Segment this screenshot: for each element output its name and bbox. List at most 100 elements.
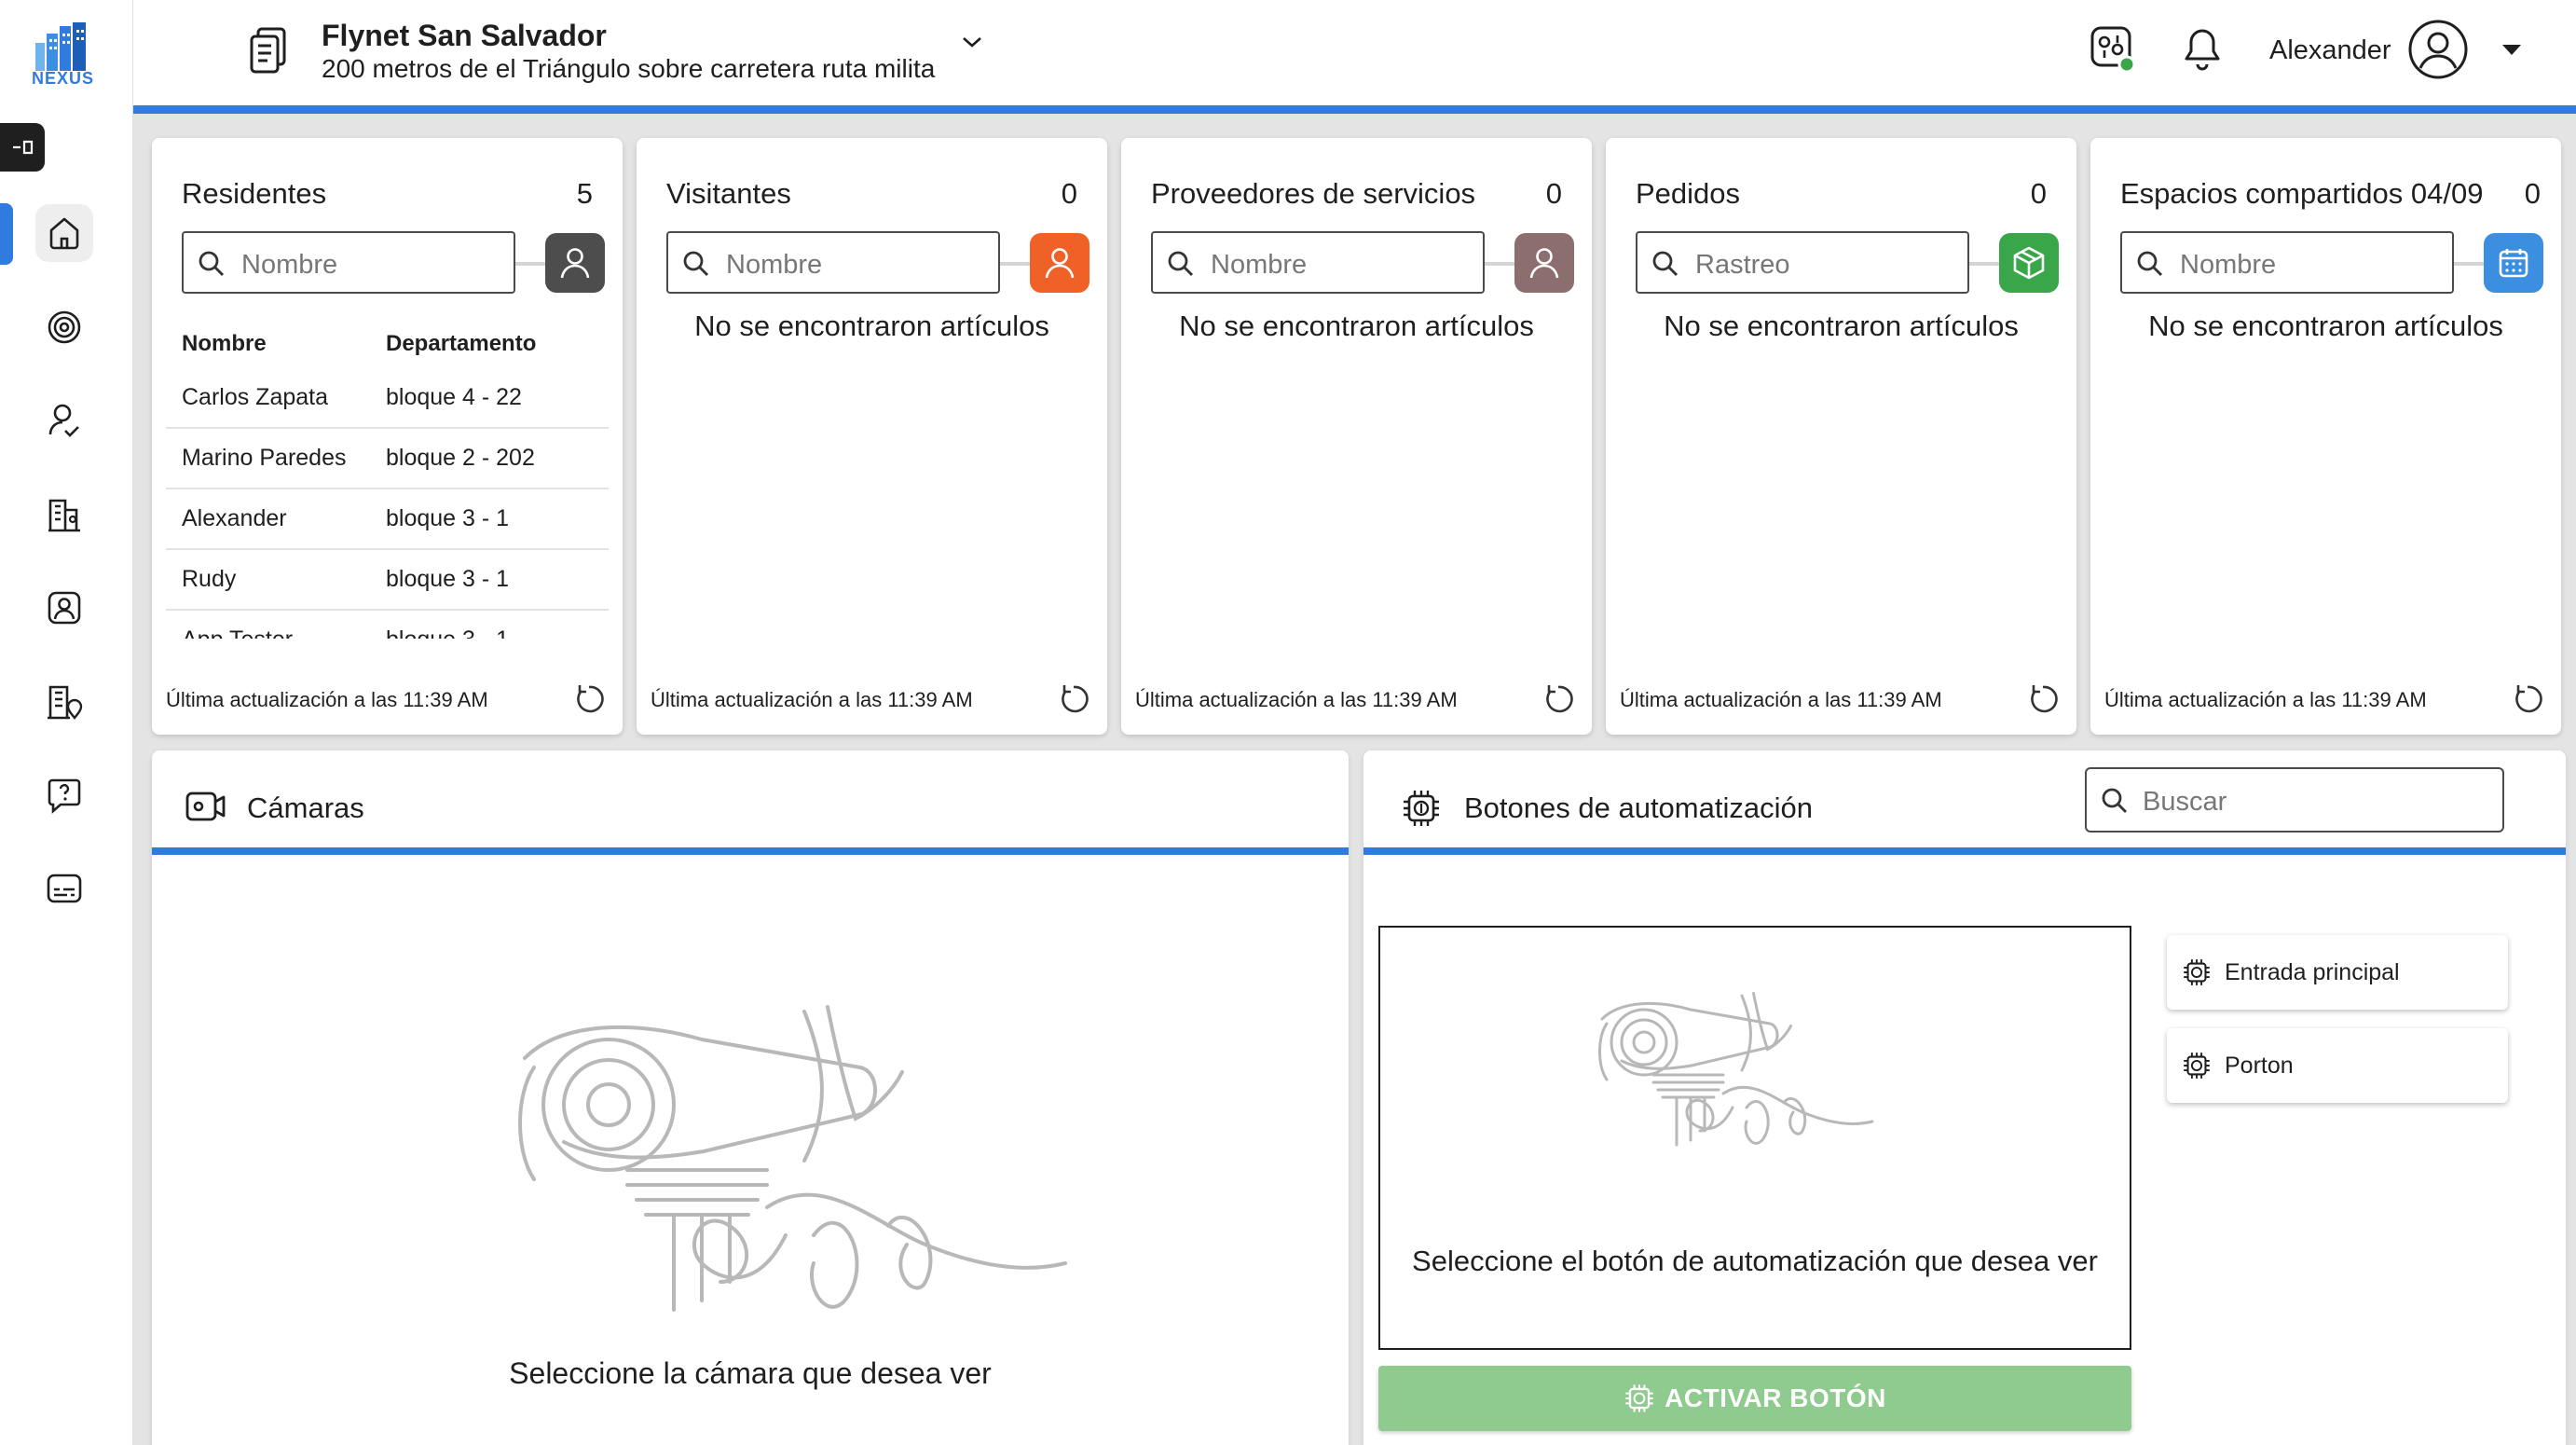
notifications-button[interactable] xyxy=(2182,26,2223,73)
orders-card: Pedidos 0 Rastreo No se encontraron artí… xyxy=(1606,138,2076,735)
user-menu-toggle[interactable] xyxy=(2501,43,2523,56)
contact-icon xyxy=(48,591,81,625)
last-updated-text: Última actualización a las 11:39 AM xyxy=(166,688,488,711)
cameras-panel-header: Cámaras xyxy=(152,750,1349,855)
user-icon xyxy=(560,248,590,279)
card-title: Espacios compartidos 04/09 xyxy=(2120,177,2484,210)
automation-button-label: Porton xyxy=(2225,1052,2294,1079)
refresh-button[interactable] xyxy=(1057,682,1090,716)
nav-item-visitors[interactable] xyxy=(35,392,93,449)
bell-icon xyxy=(2185,29,2220,71)
nav-item-home[interactable] xyxy=(35,204,93,262)
search-icon xyxy=(199,251,224,276)
add-resident-button[interactable] xyxy=(545,233,605,293)
refresh-icon xyxy=(2031,685,2058,713)
chip-icon xyxy=(2184,1053,2210,1079)
last-updated-text: Última actualización a las 11:39 AM xyxy=(2104,688,2427,711)
subtitles-icon xyxy=(47,874,82,903)
resident-department: bloque 4 - 22 xyxy=(386,384,522,410)
resident-name: App Tester xyxy=(166,626,386,639)
add-reservation-button[interactable] xyxy=(2484,233,2543,293)
site-address: 200 metros de el Triángulo sobre carrete… xyxy=(322,54,936,83)
refresh-button[interactable] xyxy=(2026,682,2060,716)
search-placeholder: Nombre xyxy=(241,250,338,280)
residents-card: Residentes 5 Nombre Nombre Departamento … xyxy=(152,138,623,735)
devices-status-button[interactable] xyxy=(2089,22,2139,76)
resident-department: bloque 3 - 1 xyxy=(386,626,609,639)
activate-button[interactable]: ACTIVAR BOTÓN xyxy=(1378,1366,2131,1431)
chip-icon xyxy=(1625,1384,1653,1412)
card-title: Residentes xyxy=(182,177,327,210)
search-placeholder: Nombre xyxy=(1211,250,1308,280)
divider xyxy=(515,262,545,266)
automation-title: Botones de automatización xyxy=(1464,791,1813,824)
residents-search-input[interactable]: Nombre xyxy=(182,231,515,294)
add-order-button[interactable] xyxy=(1999,233,2059,293)
building-user-icon xyxy=(48,499,80,532)
divider xyxy=(2454,262,2484,266)
card-title: Proveedores de servicios xyxy=(1151,177,1476,210)
automation-search-input[interactable]: Buscar xyxy=(2085,767,2504,833)
search-placeholder: Buscar xyxy=(2143,787,2227,817)
refresh-icon xyxy=(2515,685,2542,713)
visitors-search-input[interactable]: Nombre xyxy=(666,231,1000,294)
nav-item-properties[interactable] xyxy=(35,673,93,731)
card-count: 0 xyxy=(1545,177,1562,210)
table-row[interactable]: Marino Paredes bloque 2 - 202 xyxy=(166,429,609,489)
refresh-button[interactable] xyxy=(572,682,606,716)
resident-name: Marino Paredes xyxy=(182,445,347,471)
nav-item-reports[interactable] xyxy=(35,860,93,917)
avatar[interactable] xyxy=(2407,19,2469,80)
search-placeholder: Nombre xyxy=(726,250,823,280)
table-row[interactable]: App Tester bloque 3 - 1 xyxy=(166,611,609,639)
cameras-empty-message: Seleccione la cámara que desea ver xyxy=(509,1356,992,1390)
nav-item-buildings[interactable] xyxy=(35,486,93,544)
resident-name: Rudy xyxy=(182,566,237,592)
user-name[interactable]: Alexander xyxy=(2269,35,2391,66)
logo-text: NEXUS xyxy=(32,69,95,88)
resident-name: Alexander xyxy=(182,505,287,531)
nexus-logo: NEXUS xyxy=(28,22,101,93)
home-icon xyxy=(49,217,79,250)
security-camera-illustration-icon xyxy=(1593,991,1910,1196)
card-title: Pedidos xyxy=(1636,177,1741,210)
camera-icon xyxy=(185,791,226,821)
orders-search-input[interactable]: Rastreo xyxy=(1636,231,1969,294)
security-camera-illustration-icon xyxy=(506,1002,1140,1319)
empty-message: No se encontraron artículos xyxy=(1664,310,2019,342)
table-row[interactable]: Carlos Zapata bloque 4 - 22 xyxy=(166,368,609,429)
automation-panel-header: Botones de automatización Buscar xyxy=(1363,750,2566,855)
target-icon xyxy=(48,310,81,344)
sidebar-toggle-button[interactable] xyxy=(0,123,45,172)
automation-button-porton[interactable]: Porton xyxy=(2167,1028,2508,1103)
site-icon xyxy=(247,25,292,74)
table-header: Nombre Departamento xyxy=(166,320,609,368)
providers-search-input[interactable]: Nombre xyxy=(1151,231,1485,294)
resident-name: Carlos Zapata xyxy=(182,384,329,410)
card-count: 0 xyxy=(2524,177,2541,210)
cameras-panel: Cámaras Seleccione la cámara que desea v… xyxy=(152,750,1349,1445)
column-header-department: Departamento xyxy=(386,331,537,356)
site-selector-chevron[interactable] xyxy=(961,35,983,48)
add-provider-button[interactable] xyxy=(1514,233,1574,293)
user-icon xyxy=(1529,248,1559,279)
nav-item-contacts[interactable] xyxy=(35,579,93,637)
search-icon xyxy=(1168,251,1193,276)
shared-spaces-card: Espacios compartidos 04/09 0 Nombre No s… xyxy=(2090,138,2561,735)
table-row[interactable]: Rudy bloque 3 - 1 xyxy=(166,550,609,611)
automation-button-entrada-principal[interactable]: Entrada principal xyxy=(2167,935,2508,1010)
refresh-button[interactable] xyxy=(2511,682,2544,716)
last-updated-text: Última actualización a las 11:39 AM xyxy=(1620,688,1942,711)
table-row[interactable]: Alexander bloque 3 - 1 xyxy=(166,489,609,550)
refresh-button[interactable] xyxy=(1541,682,1575,716)
shared-spaces-search-input[interactable]: Nombre xyxy=(2120,231,2454,294)
site-title: Flynet San Salvador xyxy=(322,19,607,52)
calendar-icon xyxy=(2499,249,2528,278)
card-title: Visitantes xyxy=(666,177,791,210)
nav-active-indicator xyxy=(0,203,13,265)
add-visitor-button[interactable] xyxy=(1030,233,1089,293)
nav-item-access[interactable] xyxy=(35,298,93,356)
nav-item-help[interactable] xyxy=(35,766,93,824)
last-updated-text: Última actualización a las 11:39 AM xyxy=(651,688,973,711)
card-count: 0 xyxy=(2030,177,2047,210)
